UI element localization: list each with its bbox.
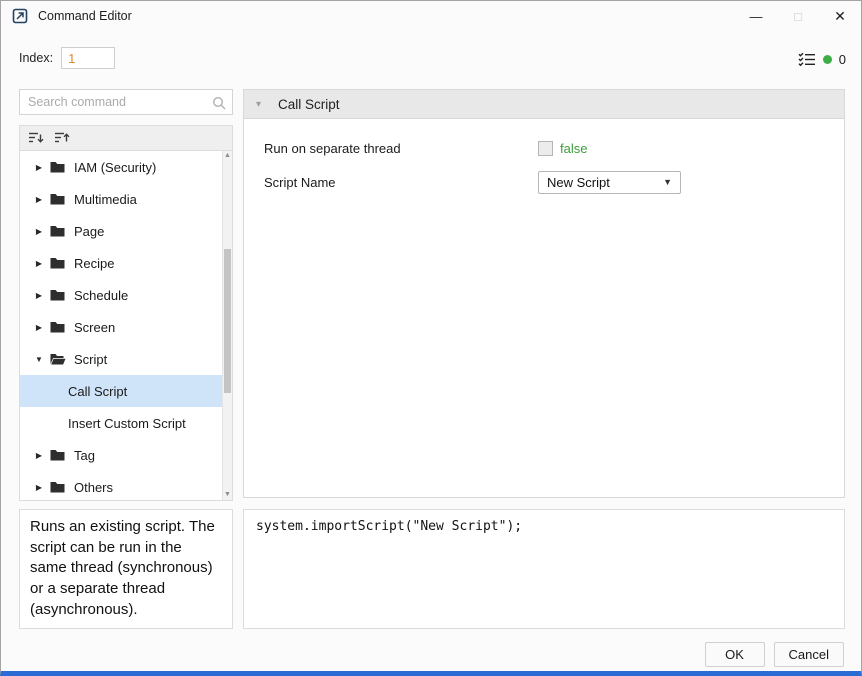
window-controls: — □ ✕ <box>735 1 861 31</box>
index-row: Index: <box>19 47 116 69</box>
command-editor-window: Command Editor — □ ✕ Index: 0 <box>0 0 862 676</box>
script-name-dropdown[interactable]: New Script ▼ <box>538 170 681 194</box>
panel-body: Run on separate thread false Script Name… <box>243 119 845 498</box>
tree-item-script[interactable]: ▼ Script <box>20 343 222 375</box>
tree-item-others[interactable]: ▶ Others <box>20 471 222 500</box>
folder-icon <box>50 321 66 333</box>
chevron-down-icon: ▼ <box>663 177 672 187</box>
sidebar: ▶ IAM (Security) ▶ Multimedia ▶ Page ▶ <box>19 89 233 629</box>
index-label: Index: <box>19 51 54 65</box>
tree-item-label: Call Script <box>68 383 128 399</box>
tree-item-label: IAM (Security) <box>74 159 157 175</box>
chevron-right-icon[interactable]: ▶ <box>32 451 46 460</box>
search-input[interactable] <box>20 90 208 114</box>
open-folder-icon <box>50 353 66 365</box>
tree-item-label: Others <box>74 479 114 495</box>
tree-item-page[interactable]: ▶ Page <box>20 215 222 247</box>
tree-item-label: Schedule <box>74 287 129 303</box>
command-tree: ▶ IAM (Security) ▶ Multimedia ▶ Page ▶ R… <box>19 151 233 501</box>
folder-icon <box>50 289 66 301</box>
chevron-right-icon[interactable]: ▶ <box>32 259 46 268</box>
status-ok-dot <box>822 54 832 64</box>
tree-item-screen[interactable]: ▶ Screen <box>20 311 222 343</box>
folder-icon <box>50 481 66 493</box>
chevron-right-icon[interactable]: ▶ <box>32 195 46 204</box>
tree-item-recipe[interactable]: ▶ Recipe <box>20 247 222 279</box>
window-title: Command Editor <box>38 9 132 23</box>
chevron-down-icon[interactable]: ▼ <box>32 355 46 364</box>
close-button[interactable]: ✕ <box>819 1 861 31</box>
chevron-right-icon[interactable]: ▶ <box>32 227 46 236</box>
folder-icon <box>50 193 66 205</box>
ok-button[interactable]: OK <box>704 642 765 667</box>
panel-title: Call Script <box>278 96 340 112</box>
command-description: Runs an existing script. The script can … <box>19 509 233 629</box>
scroll-down-icon[interactable]: ▼ <box>223 490 232 500</box>
folder-icon <box>50 161 66 173</box>
tree-item-schedule[interactable]: ▶ Schedule <box>20 279 222 311</box>
tree-item-call-script[interactable]: Call Script <box>20 375 222 407</box>
status-cluster: 0 <box>798 51 846 67</box>
tree-item-multimedia[interactable]: ▶ Multimedia <box>20 183 222 215</box>
field-row-script-name: Script Name New Script ▼ <box>264 165 844 199</box>
cancel-button[interactable]: Cancel <box>773 642 844 667</box>
tree-item-label: Screen <box>74 319 116 335</box>
issue-count: 0 <box>838 51 846 67</box>
tree-toolbar <box>19 125 233 151</box>
tree-item-tag[interactable]: ▶ Tag <box>20 439 222 471</box>
field-row-run-on-separate-thread: Run on separate thread false <box>264 131 844 165</box>
chevron-right-icon[interactable]: ▶ <box>32 323 46 332</box>
panel-header: ▾ Call Script <box>243 89 845 119</box>
app-icon <box>12 8 28 24</box>
scroll-up-icon[interactable]: ▲ <box>223 151 232 161</box>
code-preview[interactable]: system.importScript("New Script"); <box>243 509 845 629</box>
field-label: Script Name <box>264 174 336 190</box>
search-icon <box>212 96 226 115</box>
tree-scrollbar[interactable]: ▲ ▼ <box>222 151 232 500</box>
scrollbar-thumb[interactable] <box>224 249 231 393</box>
titlebar: Command Editor — □ ✕ <box>1 1 861 31</box>
tree-item-label: Page <box>74 223 105 239</box>
search-box <box>19 89 233 115</box>
dropdown-value: New Script <box>547 174 610 190</box>
tree-item-label: Script <box>74 351 108 367</box>
tree-item-label: Recipe <box>74 255 115 271</box>
tree-rows: ▶ IAM (Security) ▶ Multimedia ▶ Page ▶ R… <box>20 151 222 500</box>
expand-all-icon[interactable] <box>25 128 47 148</box>
chevron-right-icon[interactable]: ▶ <box>32 291 46 300</box>
tree-item-label: Multimedia <box>74 191 137 207</box>
index-input[interactable] <box>61 47 116 69</box>
field-label: Run on separate thread <box>264 140 401 156</box>
maximize-button[interactable]: □ <box>777 1 819 31</box>
checkbox-value: false <box>560 140 588 156</box>
folder-icon <box>50 225 66 237</box>
footer: OK Cancel <box>704 642 844 667</box>
tree-item-label: Insert Custom Script <box>68 415 186 431</box>
chevron-right-icon[interactable]: ▶ <box>32 483 46 492</box>
collapse-all-icon[interactable] <box>51 128 73 148</box>
folder-icon <box>50 257 66 269</box>
minimize-button[interactable]: — <box>735 1 777 31</box>
validation-list-icon[interactable] <box>798 51 816 67</box>
tree-item-iam-security[interactable]: ▶ IAM (Security) <box>20 151 222 183</box>
folder-icon <box>50 449 66 461</box>
run-on-separate-thread-checkbox[interactable] <box>538 140 553 156</box>
tree-item-insert-custom-script[interactable]: Insert Custom Script <box>20 407 222 439</box>
tree-item-label: Tag <box>74 447 95 463</box>
collapse-caret-icon[interactable]: ▾ <box>256 99 261 110</box>
chevron-right-icon[interactable]: ▶ <box>32 163 46 172</box>
